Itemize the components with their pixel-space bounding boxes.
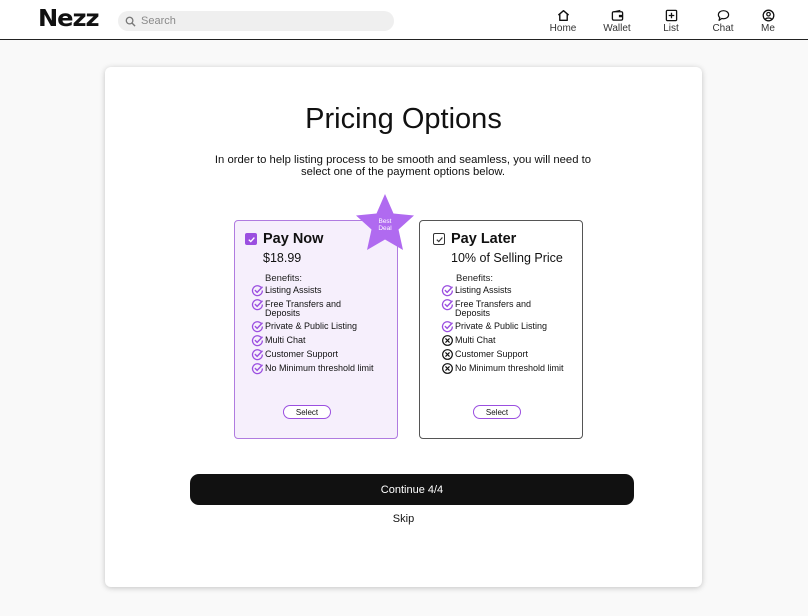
check-circle-icon bbox=[251, 321, 264, 333]
nav-wallet[interactable]: Wallet bbox=[595, 9, 639, 34]
benefit-item: No Minimum threshold limit bbox=[251, 363, 375, 383]
benefit-item: Listing Assists bbox=[441, 285, 565, 297]
plan-header: Pay Later bbox=[433, 231, 516, 247]
home-icon bbox=[557, 9, 569, 22]
x-circle-icon bbox=[442, 349, 453, 360]
benefit-item: Multi Chat bbox=[441, 335, 565, 347]
check-circle-icon bbox=[251, 285, 264, 297]
plan-card-pay-later[interactable]: Pay Later 10% of Selling Price Benefits:… bbox=[419, 220, 583, 439]
page-title: Pricing Options bbox=[305, 103, 502, 135]
checkbox-unchecked[interactable] bbox=[433, 233, 445, 245]
x-circle-icon bbox=[442, 363, 453, 374]
benefit-item: Private & Public Listing bbox=[441, 321, 565, 333]
benefits-label: Benefits: bbox=[456, 273, 493, 284]
nav-chat-label: Chat bbox=[712, 23, 734, 34]
benefits-label: Benefits: bbox=[265, 273, 302, 284]
check-circle-icon bbox=[251, 363, 264, 375]
plan-name: Pay Now bbox=[263, 231, 324, 247]
page-subtitle: In order to help listing process to be s… bbox=[214, 154, 592, 178]
checkbox-checked[interactable] bbox=[245, 233, 257, 245]
check-icon bbox=[435, 236, 443, 242]
badge-line-1: Best bbox=[378, 218, 392, 225]
search-bar[interactable] bbox=[118, 11, 394, 31]
nav-wallet-label: Wallet bbox=[603, 23, 631, 34]
best-deal-badge: Best Deal bbox=[353, 192, 417, 256]
benefit-item: Private & Public Listing bbox=[251, 321, 375, 333]
plan-price: $18.99 bbox=[263, 251, 302, 265]
nav-chat[interactable]: Chat bbox=[701, 9, 745, 34]
nezz-logo[interactable]: Nezz bbox=[38, 6, 100, 32]
nav-me-label: Me bbox=[761, 23, 775, 34]
add-box-icon bbox=[665, 9, 677, 22]
nav-me[interactable]: Me bbox=[746, 9, 790, 34]
benefits-list: Listing Assists Free Transfers and Depos… bbox=[251, 285, 375, 385]
benefit-item: Listing Assists bbox=[251, 285, 375, 297]
plan-header: Pay Now bbox=[245, 231, 323, 247]
check-circle-icon bbox=[441, 321, 454, 333]
nav-list-label: List bbox=[663, 23, 679, 34]
check-circle-icon bbox=[251, 335, 264, 347]
benefit-item: Multi Chat bbox=[251, 335, 375, 347]
skip-link[interactable]: Skip bbox=[105, 513, 702, 525]
top-navbar: Nezz Home Wallet List Chat Me bbox=[0, 0, 808, 40]
benefit-item: Free Transfers and Deposits bbox=[251, 299, 375, 319]
chat-bubble-icon bbox=[717, 10, 729, 21]
nav-home-label: Home bbox=[549, 23, 577, 34]
continue-button[interactable]: Continue 4/4 bbox=[190, 474, 634, 505]
benefit-item: No Minimum threshold limit bbox=[441, 363, 565, 383]
check-circle-icon bbox=[441, 285, 454, 297]
select-pay-later-button[interactable]: Select bbox=[473, 405, 521, 419]
x-circle-icon bbox=[442, 335, 453, 346]
check-circle-icon bbox=[441, 299, 454, 311]
pricing-card: Pricing Options In order to help listing… bbox=[105, 67, 702, 587]
search-icon bbox=[125, 16, 136, 27]
benefit-item: Customer Support bbox=[251, 349, 375, 361]
nav-list[interactable]: List bbox=[649, 9, 693, 34]
plan-price: 10% of Selling Price bbox=[451, 251, 563, 265]
benefits-list: Listing Assists Free Transfers and Depos… bbox=[441, 285, 565, 385]
wallet-icon bbox=[611, 9, 623, 21]
badge-line-2: Deal bbox=[378, 225, 392, 232]
check-icon bbox=[247, 236, 255, 243]
check-circle-icon bbox=[251, 299, 264, 311]
search-input[interactable] bbox=[141, 15, 381, 27]
select-pay-now-button[interactable]: Select bbox=[283, 405, 331, 419]
benefit-item: Customer Support bbox=[441, 349, 565, 361]
plan-name: Pay Later bbox=[451, 231, 517, 247]
check-circle-icon bbox=[251, 349, 264, 361]
user-circle-icon bbox=[762, 9, 774, 22]
nav-home[interactable]: Home bbox=[541, 9, 585, 34]
benefit-item: Free Transfers and Deposits bbox=[441, 299, 565, 319]
